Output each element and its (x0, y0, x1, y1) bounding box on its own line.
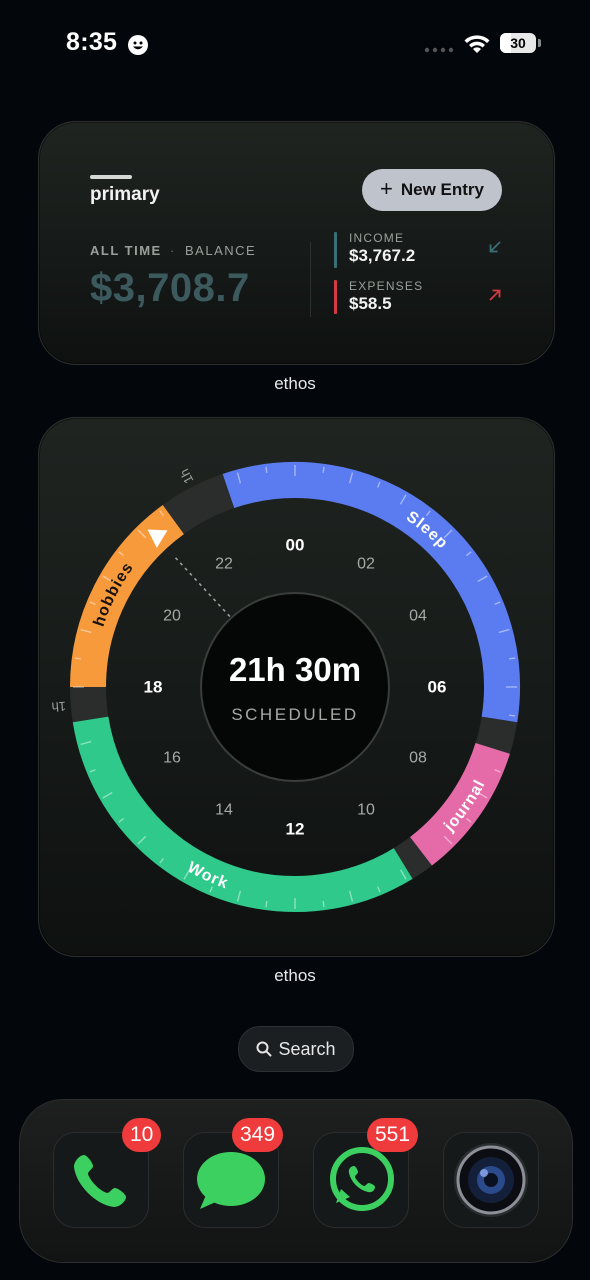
income-label: INCOME (349, 231, 405, 245)
balance-label: BALANCE (185, 243, 257, 258)
search-icon (256, 1041, 272, 1057)
widget-app-label: ethos (274, 374, 316, 393)
ring-tick (265, 901, 268, 908)
plus-icon: + (380, 176, 393, 201)
income-accent-bar (334, 232, 337, 268)
hour-label: 18 (144, 678, 163, 697)
hour-label: 22 (215, 556, 233, 573)
ring-tick (265, 466, 268, 473)
wifi-icon (464, 35, 490, 53)
gap-duration-label: 1h (176, 466, 196, 486)
new-entry-button[interactable]: + New Entry (362, 169, 502, 211)
divider (310, 242, 311, 317)
hour-label: 04 (409, 608, 427, 625)
arrow-down-left-icon (489, 241, 501, 253)
phone-badge: 10 (122, 1118, 162, 1152)
segment-hobbies[interactable] (70, 504, 185, 688)
hour-label: 16 (163, 750, 181, 767)
search-button[interactable]: Search (238, 1026, 354, 1072)
balance-value: $3,708.7 (90, 266, 250, 310)
segment-journal[interactable] (409, 742, 510, 866)
arrow-up-right-icon (489, 289, 501, 301)
gap-duration-label: 1h (51, 699, 67, 715)
ring-tick (509, 657, 516, 660)
battery-level: 30 (510, 35, 526, 51)
expense-accent-bar (334, 280, 337, 314)
search-label: Search (278, 1038, 336, 1059)
camera-lens-icon (454, 1143, 528, 1217)
new-entry-label: New Entry (400, 180, 484, 199)
account-indicator (90, 175, 132, 179)
whatsapp-badge: 551 (367, 1118, 419, 1152)
hour-label: 08 (409, 750, 427, 767)
widget-app-label: ethos (274, 966, 316, 985)
battery-cap (538, 39, 541, 47)
ring-tick (322, 901, 325, 908)
hour-label: 12 (286, 820, 305, 839)
account-name: primary (90, 184, 160, 205)
expenses-label: EXPENSES (349, 279, 424, 293)
ring-tick (509, 714, 516, 717)
hour-label: 20 (163, 608, 181, 625)
hour-label: 00 (286, 536, 305, 555)
camera-app-icon[interactable] (443, 1132, 539, 1228)
ring-tick (322, 466, 325, 473)
hour-label: 06 (428, 678, 447, 697)
messages-badge: 349 (232, 1118, 284, 1152)
scheduled-total: 21h 30m (229, 651, 361, 688)
all-time-label: ALL TIME (90, 243, 162, 258)
income-value: $3,767.2 (349, 246, 416, 265)
battery-indicator: 30 (500, 33, 536, 53)
hour-label: 02 (357, 556, 375, 573)
hour-label: 14 (215, 801, 233, 818)
scheduled-label: SCHEDULED (231, 705, 358, 724)
expenses-value: $58.5 (349, 294, 392, 313)
ring-tick (74, 657, 81, 660)
schedule-clock[interactable]: SleepjournalWorkhobbies1h1h0002040608101… (38, 417, 553, 955)
signal-dots-icon (424, 47, 454, 53)
status-time: 8:35 (66, 28, 118, 56)
label-separator: · (170, 243, 175, 258)
smiley-icon (128, 35, 148, 55)
hour-label: 10 (357, 801, 375, 818)
